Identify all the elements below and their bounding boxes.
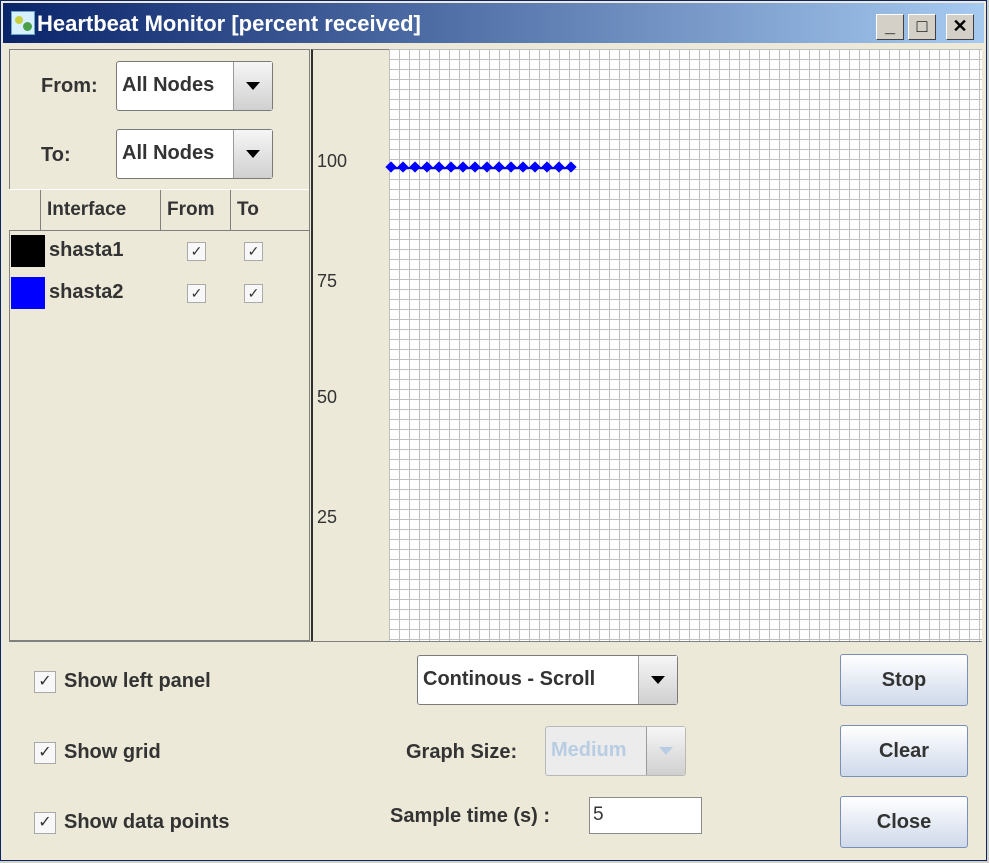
display-mode-select[interactable]: Continous - Scroll: [417, 655, 678, 705]
color-swatch: [11, 235, 45, 267]
close-window-button[interactable]: ✕: [946, 14, 974, 40]
graph-size-label: Graph Size:: [406, 741, 518, 763]
panel-divider: [9, 641, 982, 642]
window-title: Heartbeat Monitor [percent received]: [37, 11, 421, 36]
to-column-header[interactable]: To: [231, 190, 309, 230]
stop-button[interactable]: Stop: [840, 654, 968, 706]
show-grid-label: Show grid: [64, 741, 161, 763]
from-column-header[interactable]: From: [161, 190, 231, 230]
sample-time-label: Sample time (s) :: [390, 805, 551, 827]
show-left-panel-checkbox[interactable]: ✓: [34, 671, 56, 693]
graph-size-value: Medium: [551, 739, 627, 761]
color-column-header[interactable]: [9, 190, 41, 230]
from-checkbox[interactable]: ✓: [187, 284, 206, 303]
app-icon: [11, 11, 35, 35]
to-node-value: All Nodes: [122, 142, 215, 164]
interface-column-header[interactable]: Interface: [41, 190, 161, 230]
from-label: From:: [41, 75, 98, 97]
graph-grid: [389, 49, 982, 641]
title-bar[interactable]: Heartbeat Monitor [percent received] _ □…: [3, 3, 984, 43]
chevron-down-icon[interactable]: [638, 656, 677, 704]
table-row[interactable]: shasta1 ✓ ✓: [9, 231, 309, 271]
to-node-select[interactable]: All Nodes: [116, 129, 273, 179]
clear-button[interactable]: Clear: [840, 725, 968, 777]
y-tick-100: 100: [317, 151, 348, 171]
to-checkbox[interactable]: ✓: [244, 284, 263, 303]
graph-size-select[interactable]: Medium: [545, 726, 686, 776]
interface-table-header: Interface From To: [9, 189, 309, 231]
maximize-button[interactable]: □: [908, 14, 936, 40]
interface-name: shasta2: [49, 281, 124, 303]
table-row[interactable]: shasta2 ✓ ✓: [9, 273, 309, 313]
from-node-select[interactable]: All Nodes: [116, 61, 273, 111]
y-tick-75: 75: [317, 271, 338, 291]
minimize-button[interactable]: _: [876, 14, 904, 40]
color-swatch: [11, 277, 45, 309]
interface-name: shasta1: [49, 239, 124, 261]
y-tick-25: 25: [317, 507, 338, 527]
show-grid-checkbox[interactable]: ✓: [34, 742, 56, 764]
y-tick-50: 50: [317, 387, 338, 407]
chevron-down-icon[interactable]: [233, 62, 272, 110]
from-checkbox[interactable]: ✓: [187, 242, 206, 261]
show-data-points-checkbox[interactable]: ✓: [34, 812, 56, 834]
show-left-panel-label: Show left panel: [64, 670, 211, 692]
close-button[interactable]: Close: [840, 796, 968, 848]
chevron-down-icon[interactable]: [233, 130, 272, 178]
display-mode-value: Continous - Scroll: [423, 668, 596, 690]
from-node-value: All Nodes: [122, 74, 215, 96]
heartbeat-monitor-window: Heartbeat Monitor [percent received] _ □…: [0, 0, 987, 861]
to-label: To:: [41, 144, 71, 166]
to-checkbox[interactable]: ✓: [244, 242, 263, 261]
sample-time-input[interactable]: 5: [589, 797, 702, 834]
show-data-points-label: Show data points: [64, 811, 230, 833]
chevron-down-icon: [646, 727, 685, 775]
